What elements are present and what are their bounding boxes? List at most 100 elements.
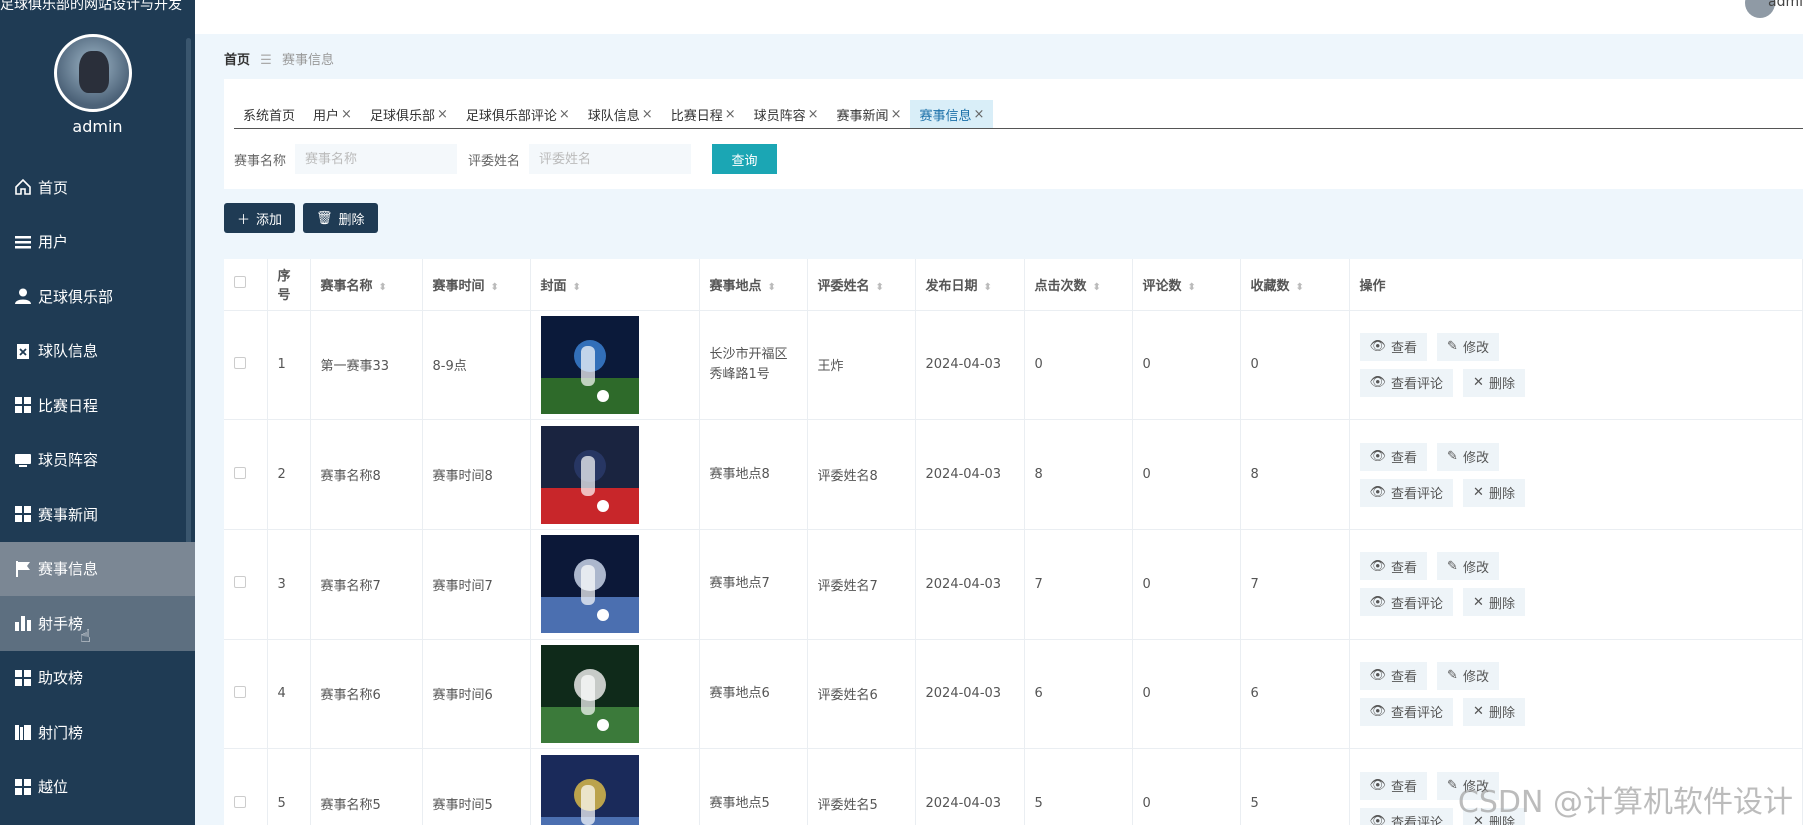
match-name-input[interactable]	[295, 144, 458, 174]
view-button[interactable]: 👁 查看	[1359, 661, 1428, 690]
select-all-checkbox[interactable]	[234, 276, 246, 289]
query-button[interactable]: 查询	[712, 144, 778, 174]
sort-icon[interactable]: ⬍	[1296, 282, 1304, 293]
cover-image[interactable]	[540, 644, 639, 743]
tab-match-info[interactable]: 赛事信息 ×	[910, 100, 994, 128]
sidebar-item-home[interactable]: 首页	[0, 160, 195, 215]
close-icon[interactable]: ×	[891, 107, 902, 122]
view-button[interactable]: 👁 查看	[1359, 552, 1428, 581]
filter-card: 系统首页 用户 × 足球俱乐部 × 足球俱乐部评论 × 球队信息 × 比赛日程 × 球员阵…	[224, 79, 1803, 189]
tab-schedule[interactable]: 比赛日程 ×	[662, 100, 745, 128]
row-checkbox[interactable]	[234, 356, 246, 369]
sidebar-item-assists[interactable]: 助攻榜	[0, 651, 195, 706]
action-bar: ＋ 添加 🗑 删除	[224, 203, 378, 233]
add-button[interactable]: ＋ 添加	[224, 203, 296, 233]
column-header[interactable]: 赛事地点 ⬍	[699, 259, 808, 311]
tab-lineup[interactable]: 球员阵容 ×	[745, 100, 828, 128]
cover-image[interactable]	[540, 535, 639, 634]
column-header[interactable]: 评委姓名 ⬍	[807, 259, 916, 311]
row-checkbox[interactable]	[234, 576, 246, 589]
column-header[interactable]: 发布日期 ⬍	[915, 259, 1025, 311]
tab-club-comments[interactable]: 足球俱乐部评论 ×	[457, 100, 579, 128]
edit-button[interactable]: ✎ 修改	[1437, 661, 1499, 690]
column-header[interactable]: 评论数 ⬍	[1132, 259, 1241, 311]
view-comments-button-label: 查看评论	[1391, 596, 1444, 612]
sort-icon[interactable]: ⬍	[491, 282, 499, 293]
row-checkbox[interactable]	[234, 685, 246, 698]
edit-button[interactable]: ✎ 修改	[1437, 332, 1499, 361]
column-header[interactable]: 赛事时间 ⬍	[422, 259, 531, 311]
sort-icon[interactable]: ⬍	[379, 282, 387, 293]
sort-icon[interactable]: ⬍	[768, 282, 776, 293]
view-button[interactable]: 👁 查看	[1359, 442, 1428, 471]
row-checkbox[interactable]	[234, 466, 246, 479]
tab-news[interactable]: 赛事新闻 ×	[828, 100, 911, 128]
close-icon[interactable]: ×	[437, 107, 448, 122]
view-comments-button[interactable]: 👁 查看评论	[1359, 478, 1454, 507]
sidebar-item-match-info[interactable]: 赛事信息	[0, 541, 195, 596]
sort-icon[interactable]: ⬍	[1188, 282, 1196, 293]
row-delete-button[interactable]: ✕ 删除	[1463, 588, 1525, 617]
cell-match-place: 赛事地点7	[699, 529, 808, 640]
sidebar-item-schedule[interactable]: 比赛日程	[0, 378, 195, 433]
sidebar-item-team[interactable]: 球队信息	[0, 324, 195, 379]
edit-button[interactable]: ✎ 修改	[1437, 552, 1499, 581]
view-comments-button[interactable]: 👁 查看评论	[1359, 697, 1454, 726]
column-header[interactable]: 点击次数 ⬍	[1024, 259, 1133, 311]
tab-system-home[interactable]: 系统首页	[234, 100, 304, 128]
sort-icon[interactable]: ⬍	[876, 282, 884, 293]
sidebar-item-users[interactable]: 用户	[0, 215, 195, 270]
row-delete-button[interactable]: ✕ 删除	[1463, 368, 1525, 397]
eye-icon: 👁	[1369, 449, 1387, 465]
view-button[interactable]: 👁 查看	[1359, 332, 1428, 361]
sidebar-item-news[interactable]: 赛事新闻	[0, 487, 195, 542]
close-icon[interactable]: ×	[642, 107, 653, 122]
sidebar-item-offside[interactable]: 越位	[0, 760, 195, 815]
tab-users[interactable]: 用户 ×	[304, 100, 361, 128]
column-header[interactable]: 收藏数 ⬍	[1240, 259, 1350, 311]
close-icon[interactable]: ×	[808, 107, 819, 122]
sort-icon[interactable]: ⬍	[573, 282, 581, 293]
add-button-label: 添加	[256, 212, 283, 228]
sidebar-item-label: 首页	[38, 178, 69, 197]
cover-image[interactable]	[540, 315, 639, 414]
view-comments-button[interactable]: 👁 查看评论	[1359, 588, 1454, 617]
table-row: 2 赛事名称8 赛事时间8 赛事地点8 评委姓名8 2024-04-03 8 0…	[224, 419, 1803, 530]
cover-image[interactable]	[540, 425, 639, 524]
topbar-username[interactable]: admi	[1768, 0, 1803, 10]
row-delete-button[interactable]: ✕ 删除	[1463, 697, 1525, 726]
close-icon[interactable]: ×	[973, 107, 984, 122]
view-button[interactable]: 👁 查看	[1359, 771, 1428, 800]
sidebar-item-club[interactable]: 足球俱乐部	[0, 269, 195, 324]
row-checkbox-cell	[224, 639, 268, 750]
view-comments-button[interactable]: 👁 查看评论	[1359, 807, 1454, 825]
close-icon[interactable]: ×	[559, 107, 570, 122]
sort-icon[interactable]: ⬍	[984, 282, 992, 293]
column-header[interactable]: 赛事名称 ⬍	[310, 259, 423, 311]
cell-comments: 0	[1132, 529, 1241, 640]
tab-club[interactable]: 足球俱乐部 ×	[361, 100, 457, 128]
view-comments-button[interactable]: 👁 查看评论	[1359, 368, 1454, 397]
sidebar-item-scorers[interactable]: 射手榜 ☝	[0, 596, 195, 651]
sidebar-item-label: 比赛日程	[38, 396, 99, 415]
edit-button[interactable]: ✎ 修改	[1437, 442, 1499, 471]
avatar[interactable]	[54, 34, 132, 112]
sort-icon[interactable]: ⬍	[1093, 282, 1101, 293]
delete-button[interactable]: 🗑 删除	[303, 203, 378, 233]
eye-icon: 👁	[1369, 778, 1387, 794]
view-button-label: 查看	[1391, 560, 1418, 576]
row-checkbox[interactable]	[234, 795, 246, 808]
cover-image[interactable]	[540, 754, 639, 825]
sidebar-item-lineup[interactable]: 球员阵容	[0, 433, 195, 488]
eye-icon: 👁	[1369, 704, 1387, 720]
breadcrumb-home[interactable]: 首页	[224, 53, 250, 68]
clipboard-icon	[14, 342, 32, 360]
judge-name-input[interactable]	[529, 144, 692, 174]
column-header[interactable]: 封面 ⬍	[530, 259, 700, 311]
cell-match-time: 8-9点	[422, 310, 531, 421]
close-icon[interactable]: ×	[725, 107, 736, 122]
row-delete-button[interactable]: ✕ 删除	[1463, 478, 1525, 507]
sidebar-item-shots[interactable]: 射门榜	[0, 705, 195, 760]
close-icon[interactable]: ×	[341, 107, 352, 122]
tab-team[interactable]: 球队信息 ×	[579, 100, 662, 128]
